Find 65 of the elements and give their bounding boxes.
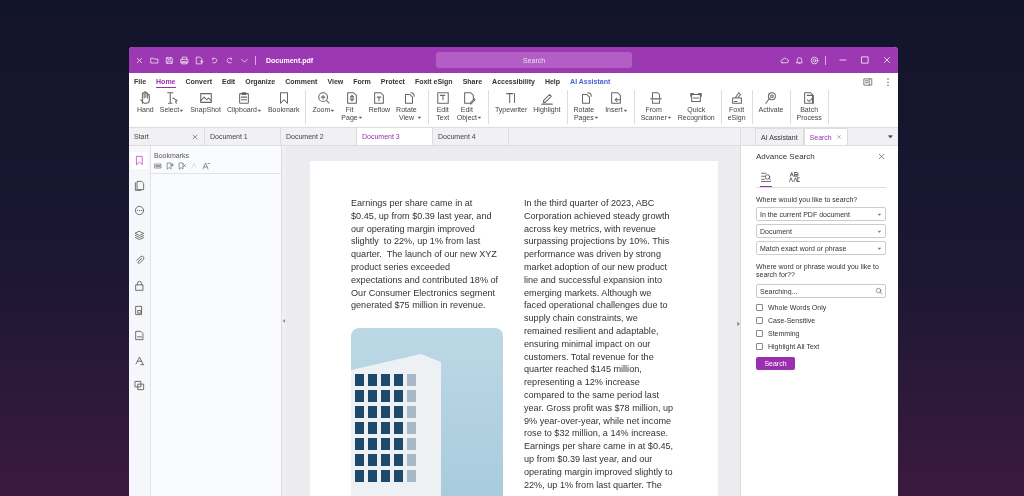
page-icon (345, 91, 359, 105)
bookmark-icon[interactable] (133, 154, 146, 167)
document-icon (372, 91, 387, 105)
collapse-arrow-icon[interactable] (282, 318, 286, 324)
close-icon[interactable] (835, 134, 842, 140)
text-cursor-icon (164, 91, 179, 105)
paragraph: Earnings per share came in at $0.45, up from $0.39 last year, and our operating margin improved slightly to 22%, up 1% from last quarter. The launch of our new XYZ product series exceeded expectations and contributed 18% of Our Consumer Electronics segment generated $75 million in revenue. (351, 197, 500, 313)
document-icon[interactable] (133, 329, 146, 342)
text-box-icon (435, 91, 450, 105)
add-bookmark-icon[interactable] (166, 162, 174, 170)
close-icon[interactable] (877, 152, 886, 161)
caret-icon (357, 115, 363, 120)
caret-icon (416, 115, 422, 120)
dropdown-icon[interactable] (887, 133, 894, 140)
redo-icon[interactable] (225, 55, 234, 65)
image-icon (198, 91, 213, 105)
layers-icon[interactable] (133, 229, 146, 242)
checkbox[interactable] (756, 317, 763, 324)
search-icon[interactable] (875, 287, 883, 295)
folder-icon[interactable] (150, 55, 159, 65)
font-size-icon[interactable] (202, 162, 210, 170)
cloud-icon[interactable] (780, 55, 789, 65)
batch-document-icon (802, 91, 817, 105)
panel-title: Advance Search (756, 152, 815, 161)
undo-icon[interactable] (210, 55, 219, 65)
scanner-icon (649, 91, 664, 105)
maximize-icon[interactable] (860, 55, 870, 65)
hand-icon (138, 91, 153, 105)
comment-icon[interactable] (133, 204, 146, 217)
caret-icon (476, 115, 482, 120)
caret-icon (622, 107, 628, 113)
delete-bookmark-icon[interactable] (178, 162, 186, 170)
zoom-icon (316, 91, 331, 105)
lock-icon[interactable] (133, 279, 146, 292)
pages-icon[interactable] (133, 179, 146, 192)
caret-icon (877, 245, 882, 251)
caret-icon (666, 115, 672, 120)
caret-icon (594, 115, 600, 120)
clipboard-icon (237, 91, 252, 105)
caret-icon (877, 211, 882, 217)
insert-page-icon (609, 91, 624, 105)
key-icon (764, 91, 779, 105)
paperclip-icon[interactable] (133, 254, 146, 267)
compare-icon[interactable] (133, 379, 146, 392)
checkbox[interactable] (756, 343, 763, 350)
print-icon[interactable] (180, 55, 189, 65)
collapse-arrow-icon[interactable] (736, 321, 741, 327)
list-search-icon[interactable] (760, 171, 772, 187)
rotate-page-icon (579, 91, 594, 105)
close-icon[interactable] (882, 55, 892, 65)
edit-document-icon (462, 91, 477, 105)
close-icon[interactable] (191, 132, 199, 141)
caret-icon (330, 107, 336, 113)
caret-icon (179, 107, 185, 113)
paragraph: In the third quarter of 2023, ABC Corporation achieved steady growth across key metrics, with revenue surpassing projections by 10%. This performance was driven by strong market adoption of our new product line and successful expansion into emerging markets. Although we faced operational challenges due to supply chain constraints, we remained resilient and adaptable, ensuring minimal impact on our customers. Total revenue for the quarter reached $145 million, representing a 12% increase compared to the same period last year. Gross profit was $78 million, up 9% year-over-year, while net income rose to $32 million, a 14% increase. Earnings per share came in at $0.45, up from $0.39 last year, and our operating margin improved slightly to 22%, up 1% from last quarter. The (524, 197, 674, 492)
pen-icon (539, 91, 554, 105)
panel-icon[interactable] (863, 76, 873, 87)
checkbox[interactable] (756, 304, 763, 311)
bell-icon[interactable] (795, 55, 804, 65)
caret-icon (877, 228, 882, 234)
new-file-icon[interactable] (195, 55, 204, 65)
checkbox[interactable] (756, 330, 763, 337)
caret-icon (256, 107, 262, 113)
save-icon[interactable] (165, 55, 174, 65)
list-icon[interactable] (154, 162, 162, 170)
